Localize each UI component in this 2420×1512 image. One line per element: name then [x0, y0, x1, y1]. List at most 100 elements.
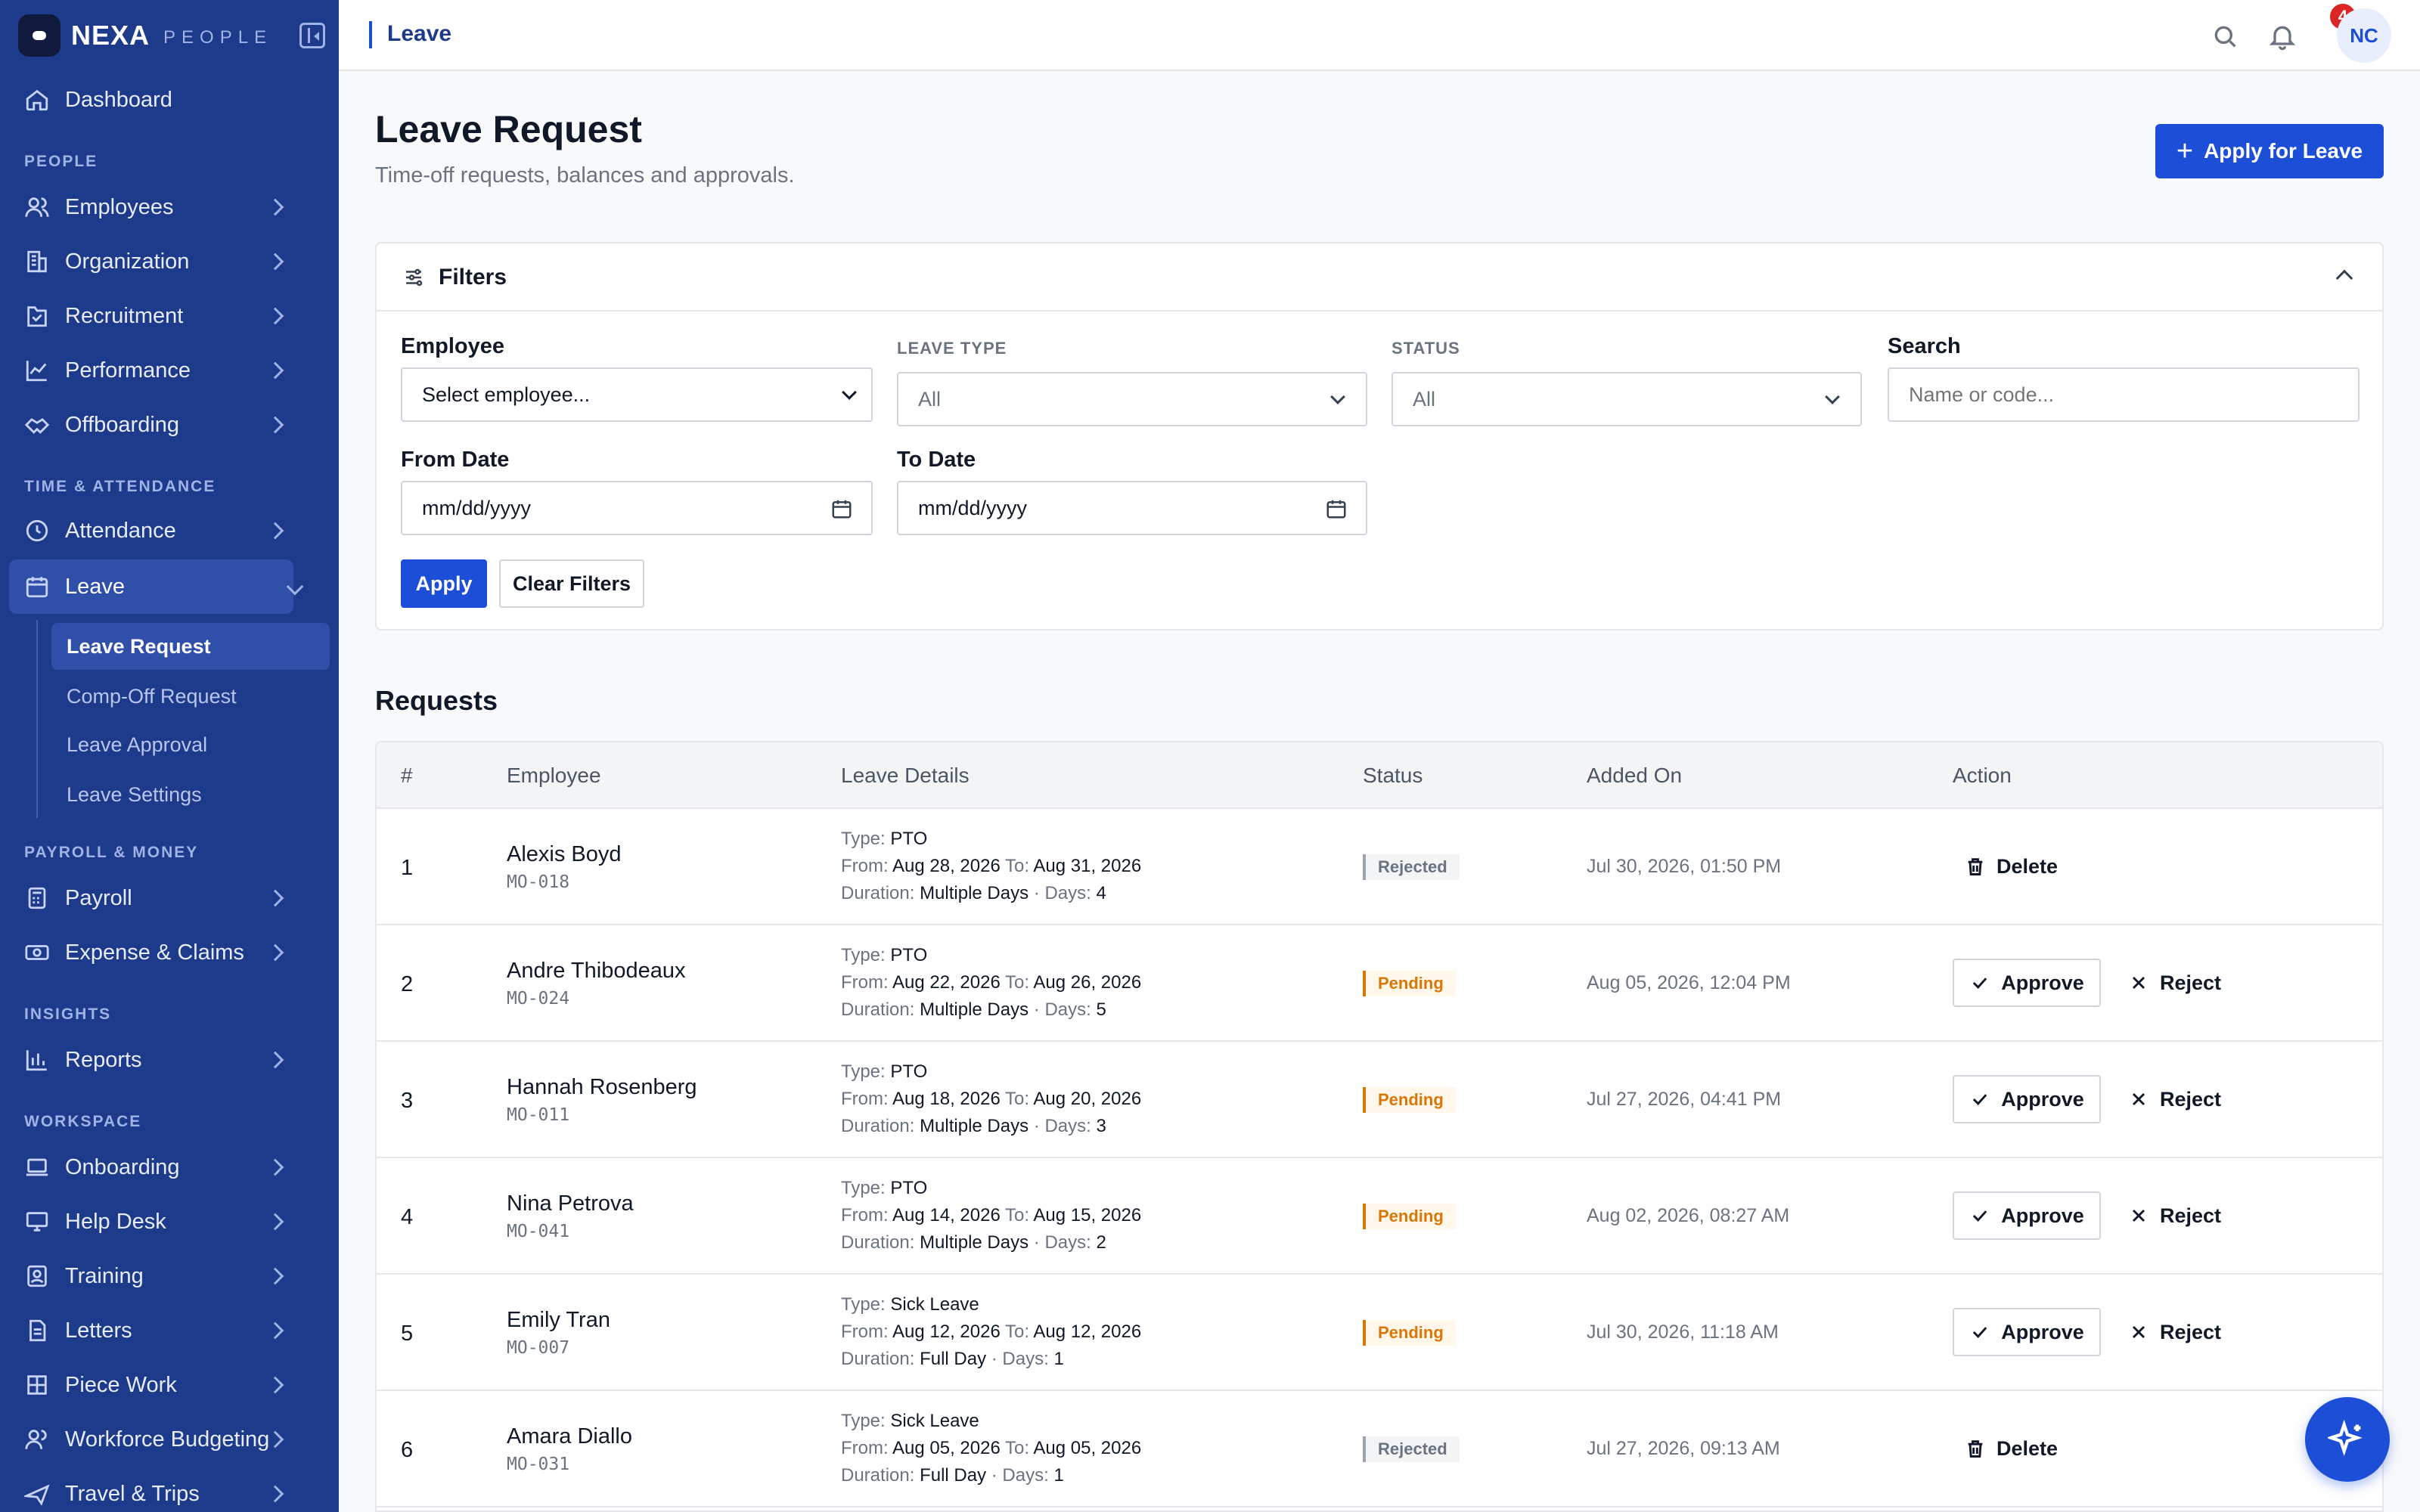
row-number: 6: [401, 1438, 414, 1462]
employee-select[interactable]: Select employee...: [401, 367, 873, 422]
status-badge: Pending: [1363, 1320, 1456, 1346]
row-number: 3: [401, 1089, 414, 1113]
sidebar-item-organization[interactable]: Organization: [9, 234, 293, 289]
leave-dates-line: From: Aug 05, 2026 To: Aug 05, 2026: [841, 1438, 1141, 1459]
brand-sub: PEOPLE: [163, 27, 273, 48]
type-label: Type:: [841, 945, 886, 965]
sidebar-subitem-comp-off[interactable]: Comp-Off Request: [51, 673, 330, 720]
apply-filters-button[interactable]: Apply: [401, 559, 487, 608]
to-label: To:: [1005, 972, 1030, 993]
leave-type-line: Type: PTO: [841, 1061, 927, 1083]
approve-button[interactable]: Approve: [1953, 959, 2101, 1007]
column-header[interactable]: Added On: [1587, 764, 1682, 788]
sidebar-item-dashboard[interactable]: Dashboard: [9, 73, 293, 127]
to-date-input[interactable]: mm/dd/yyyy: [897, 481, 1367, 535]
from-label: From:: [841, 1205, 889, 1225]
from-label: From:: [841, 856, 889, 876]
briefcase-icon: [24, 303, 50, 329]
from-label: From:: [841, 1438, 889, 1458]
bell-icon[interactable]: [2267, 21, 2297, 51]
leave-type-select[interactable]: All: [897, 372, 1367, 426]
added-on: Jul 30, 2026, 11:18 AM: [1587, 1321, 1779, 1343]
sidebar-item-training[interactable]: Training: [9, 1249, 293, 1303]
table-row[interactable]: 3 Hannah Rosenberg MO-011 Type: PTO From: Au…: [377, 1042, 2382, 1158]
employee-name[interactable]: Andre Thibodeaux: [507, 959, 685, 984]
employee-name[interactable]: Emily Tran: [507, 1308, 610, 1333]
sidebar-item-recruitment[interactable]: Recruitment: [9, 289, 293, 343]
leave-type-line: Type: PTO: [841, 829, 927, 850]
search-icon[interactable]: [2210, 21, 2240, 51]
sidebar-item-travel[interactable]: Travel & Trips: [9, 1467, 293, 1512]
column-header[interactable]: #: [401, 764, 413, 788]
sidebar-item-expense[interactable]: Expense & Claims: [9, 925, 293, 980]
chevron-down-icon: [1825, 389, 1840, 404]
table-row[interactable]: 2 Andre Thibodeaux MO-024 Type: PTO From: Au…: [377, 925, 2382, 1042]
handshake-icon: [24, 412, 50, 438]
reject-button[interactable]: Reject: [2128, 1075, 2221, 1123]
from-label: From:: [841, 972, 889, 993]
approve-button[interactable]: Approve: [1953, 1075, 2101, 1123]
breadcrumb[interactable]: Leave: [387, 21, 451, 47]
submenu-guide: [36, 620, 38, 818]
apply-for-leave-label: Apply for Leave: [2204, 139, 2363, 163]
reject-label: Reject: [2160, 1087, 2222, 1111]
sidebar-item-offboarding[interactable]: Offboarding: [9, 398, 293, 452]
sidebar-item-attendance[interactable]: Attendance: [9, 503, 293, 558]
sidebar-item-piecework[interactable]: Piece Work: [9, 1358, 293, 1412]
employee-name[interactable]: Alexis Boyd: [507, 842, 622, 867]
employee-code: MO-007: [507, 1338, 570, 1358]
avatar[interactable]: NC: [2337, 8, 2391, 63]
check-icon: [1969, 1205, 1990, 1226]
filters-header[interactable]: Filters: [377, 243, 2382, 311]
from-date-input[interactable]: mm/dd/yyyy: [401, 481, 873, 535]
assistant-fab[interactable]: [2305, 1397, 2390, 1482]
delete-button[interactable]: Delete: [1965, 1424, 2058, 1473]
reject-button[interactable]: Reject: [2128, 1191, 2221, 1240]
delete-button[interactable]: Delete: [1965, 842, 2058, 891]
column-header[interactable]: Status: [1363, 764, 1423, 788]
calendar-icon[interactable]: [830, 497, 853, 520]
to-label: To:: [1005, 1438, 1030, 1458]
chevron-up-icon[interactable]: [2335, 269, 2353, 287]
sidebar-collapse-icon[interactable]: [299, 23, 325, 48]
apply-for-leave-button[interactable]: + Apply for Leave: [2155, 124, 2384, 178]
approve-button[interactable]: Approve: [1953, 1191, 2101, 1240]
sidebar-item-letters[interactable]: Letters: [9, 1303, 293, 1358]
approve-label: Approve: [2001, 1204, 2084, 1227]
column-header[interactable]: Leave Details: [841, 764, 970, 788]
approve-button[interactable]: Approve: [1953, 1308, 2101, 1356]
employee-name[interactable]: Hannah Rosenberg: [507, 1075, 697, 1100]
sidebar-subitem-leave-request[interactable]: Leave Request: [51, 623, 330, 670]
sidebar-item-budgeting[interactable]: Workforce Budgeting: [9, 1412, 293, 1467]
sidebar-item-reports[interactable]: Reports: [9, 1033, 293, 1087]
reject-button[interactable]: Reject: [2128, 959, 2221, 1007]
table-row[interactable]: 6 Amara Diallo MO-031 Type: Sick Leave From:…: [377, 1391, 2382, 1507]
sidebar-subitem-leave-approval[interactable]: Leave Approval: [51, 721, 330, 768]
table-row[interactable]: 1 Alexis Boyd MO-018 Type: PTO From: Aug 28,…: [377, 809, 2382, 925]
clear-filters-button[interactable]: Clear Filters: [499, 559, 644, 608]
check-icon: [1969, 1321, 1990, 1343]
reject-button[interactable]: Reject: [2128, 1308, 2221, 1356]
duration-label: Duration:: [841, 999, 915, 1020]
laptop-icon: [24, 1154, 50, 1180]
leave-duration-line: Duration: Full Day · Days: 1: [841, 1465, 1064, 1486]
search-input[interactable]: [1888, 367, 2360, 422]
sidebar-item-performance[interactable]: Performance: [9, 343, 293, 398]
column-header[interactable]: Employee: [507, 764, 601, 788]
employee-name[interactable]: Nina Petrova: [507, 1191, 634, 1216]
sidebar-item-employees[interactable]: Employees: [9, 180, 293, 234]
sidebar-item-onboarding[interactable]: Onboarding: [9, 1140, 293, 1194]
employee-name[interactable]: Amara Diallo: [507, 1424, 632, 1449]
table-row[interactable]: 4 Nina Petrova MO-041 Type: PTO From: Aug 14…: [377, 1158, 2382, 1275]
sidebar-subitem-leave-settings[interactable]: Leave Settings: [51, 771, 330, 818]
column-header[interactable]: Action: [1953, 764, 2012, 788]
calendar-icon[interactable]: [1325, 497, 1348, 520]
sidebar-item-helpdesk[interactable]: Help Desk: [9, 1194, 293, 1249]
sidebar-item-payroll[interactable]: Payroll: [9, 871, 293, 925]
page-title: Leave Request: [375, 108, 642, 150]
check-icon: [1969, 1089, 1990, 1110]
brand[interactable]: NEXA PEOPLE: [0, 0, 339, 71]
status-select[interactable]: All: [1392, 372, 1862, 426]
sidebar-item-leave[interactable]: Leave: [9, 559, 304, 614]
table-row[interactable]: 5 Emily Tran MO-007 Type: Sick Leave From: A…: [377, 1275, 2382, 1391]
